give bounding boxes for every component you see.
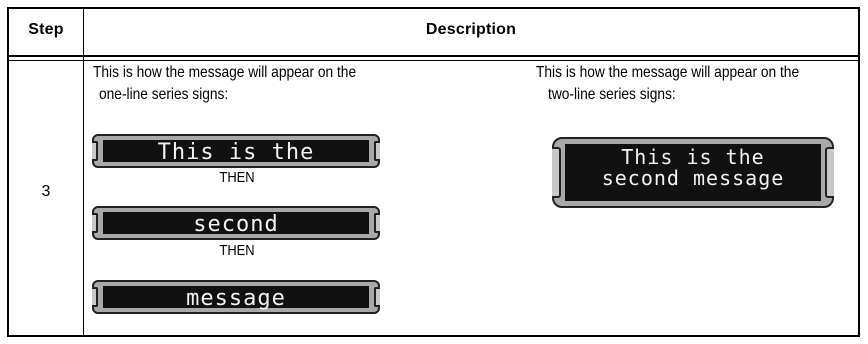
one-line-sign-1-text: This is the [103, 140, 369, 165]
two-line-sign-line-1: This is the [621, 145, 765, 169]
two-line-sign-screen: This is the second message [565, 144, 821, 201]
right-intro-line-2: two-line series signs: [548, 86, 676, 103]
step-column-header: Step [28, 21, 64, 38]
header-divider-thin [9, 60, 858, 61]
header-divider [9, 55, 858, 57]
then-label-1: THEN [219, 169, 255, 186]
left-intro-line-2: one-line series signs: [99, 86, 229, 103]
then-label-2: THEN [219, 242, 255, 259]
two-line-sign-line-2: second message [601, 166, 785, 190]
description-column-header: Description [425, 21, 517, 38]
column-divider [83, 9, 84, 335]
one-line-sign-3-text: message [103, 286, 369, 311]
right-intro-line-1: This is how the message will appear on t… [536, 64, 800, 81]
step-number: 3 [41, 183, 51, 200]
one-line-sign-2-text: second [103, 212, 369, 237]
left-intro-line-1: This is how the message will appear on t… [93, 64, 357, 81]
one-line-sign-3: message [92, 280, 380, 314]
one-line-sign-1: This is the [92, 134, 380, 168]
two-line-sign: This is the second message [552, 137, 834, 208]
instruction-table: Step Description 3 This is how the messa… [7, 7, 860, 337]
one-line-sign-2: second [92, 206, 380, 240]
